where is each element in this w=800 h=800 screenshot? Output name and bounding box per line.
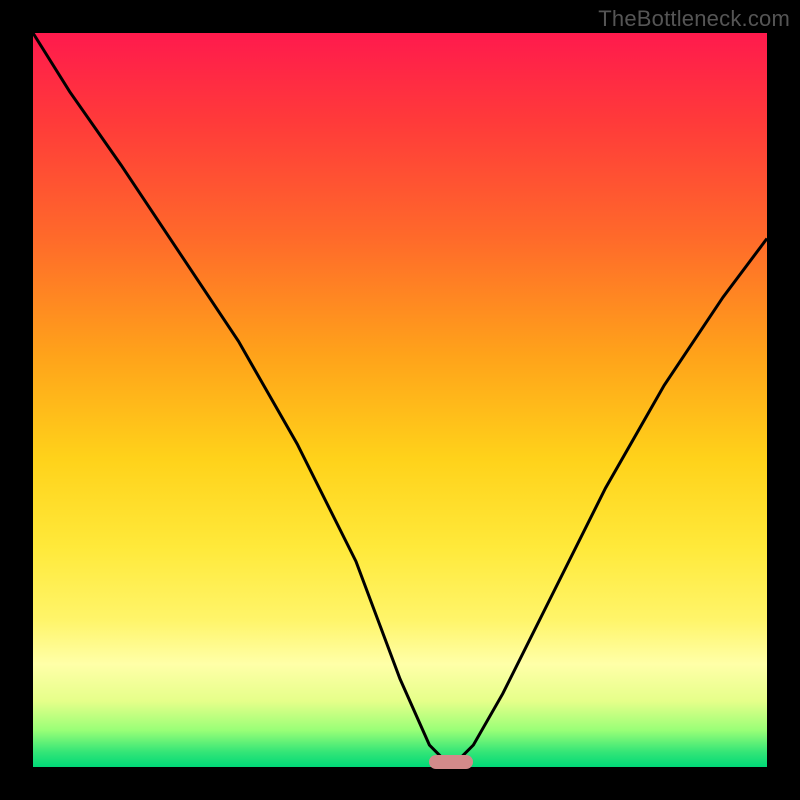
curve-layer (33, 33, 767, 767)
bottleneck-curve (33, 33, 767, 760)
chart-container: TheBottleneck.com (0, 0, 800, 800)
optimal-range-marker (429, 755, 473, 769)
watermark-text: TheBottleneck.com (598, 6, 790, 32)
